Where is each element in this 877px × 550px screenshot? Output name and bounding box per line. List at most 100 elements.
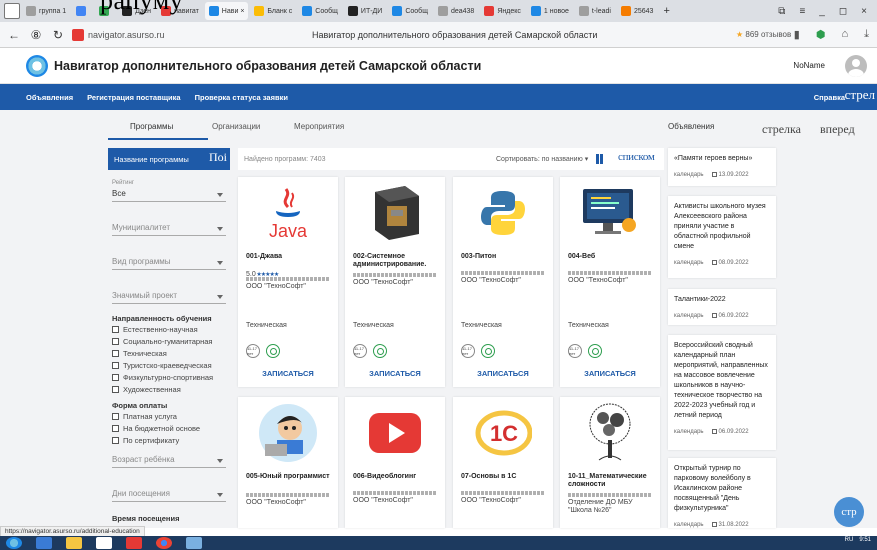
program-card[interactable]: Java 001-Джава 5.0 ★★★★★ ООО "ТехноСофт" Тех… [238,177,338,387]
card-title[interactable]: 005-Юный программист [246,473,334,481]
card-title[interactable]: 001-Джава [246,253,334,261]
browser-tab[interactable]: t-leadi [575,2,615,20]
filter-checkbox-row[interactable]: Социально-гуманитарная [112,335,230,347]
program-name-search-button[interactable]: Название программы Поі [108,148,230,170]
collections-icon[interactable]: ⧉ [778,6,785,17]
enroll-button[interactable]: ЗАПИСАТЬСЯ [453,369,553,378]
extensions-icon[interactable]: ⌂ [841,28,848,41]
filter-checkbox-row[interactable]: Художественная [112,383,230,395]
announcement-title[interactable]: Всероссийский сводный календарный план м… [674,341,770,421]
card-organization[interactable]: ООО "ТехноСофт" [246,499,306,506]
paint-icon[interactable] [186,537,202,549]
significant-project-select[interactable]: Значимый проект [112,288,226,304]
announcement-title[interactable]: Талантики-2022 [674,295,770,305]
announcement-card[interactable]: Открытый турнир по парковому волейболу в… [668,458,776,528]
program-card[interactable]: 003-Питон ООО "ТехноСофт" Техническая 11-17… [453,177,553,387]
bookmark-icon[interactable]: ▮ [794,28,800,41]
ie-icon[interactable] [36,537,52,549]
site-logo[interactable] [26,54,48,77]
tab-events[interactable]: Мероприятия [294,122,344,131]
shield-icon[interactable]: ⬢ [816,28,826,41]
filter-checkbox-row[interactable]: Естественно-научная [112,323,230,335]
list-view-glitch[interactable]: списком [618,151,655,163]
url-field[interactable]: navigator.asurso.ru [88,30,165,40]
filter-checkbox-row[interactable]: Платная услуга [112,410,230,422]
program-card[interactable]: 002-Системное администрирование. ООО "Тех… [345,177,445,387]
nav-provider-registration[interactable]: Регистрация поставщика [87,93,181,102]
grid-view-icon[interactable] [596,154,606,164]
browser-tab[interactable]: Бланк с [250,2,296,20]
chat-fab[interactable]: стр [834,497,864,527]
chrome-icon[interactable] [156,537,172,549]
nav-check-status[interactable]: Проверка статуса заявки [195,93,288,102]
menu-icon[interactable]: ≡ [799,6,805,17]
close-icon[interactable]: × [861,6,867,17]
program-card[interactable]: 10-11_Математические сложности Отделение … [560,397,660,528]
announcement-card[interactable]: Активисты школьного музея Алексеевского … [668,196,776,278]
checkbox[interactable] [112,349,119,357]
checkbox[interactable] [112,325,119,333]
card-title[interactable]: 003-Питон [461,253,549,261]
clock[interactable]: 9:51 [859,537,871,543]
announcement-card[interactable]: Талантики-2022 календарь 06.09.2022 [668,289,776,325]
enroll-button[interactable]: ЗАПИСАТЬСЯ [345,369,445,378]
back-icon[interactable]: ← [6,28,22,42]
browser-tab[interactable]: 1 новое [527,2,573,20]
nav-help[interactable]: Справка [814,93,845,102]
municipality-select[interactable]: Муниципалитет [112,220,226,236]
minimize-icon[interactable]: _ [819,6,825,17]
card-organization[interactable]: ООО "ТехноСофт" [461,497,521,504]
browser-tab[interactable]: ИТ-ДИ [344,2,386,20]
announcement-title[interactable]: «Памяти героев верны» [674,154,770,164]
card-title[interactable]: 004-Веб [568,253,656,261]
nav-announcements[interactable]: Объявления [26,93,73,102]
card-title[interactable]: 07-Основы в 1С [461,473,549,481]
card-organization[interactable]: Отделение ДО МБУ "Школа №26" [568,499,654,515]
program-card[interactable]: 004-Веб ООО "ТехноСофт" Техническая 11-17 л… [560,177,660,387]
browser-tab[interactable]: Яндекс [480,2,525,20]
language-indicator[interactable]: RU [845,537,854,543]
user-name[interactable]: NoName [793,61,825,70]
card-title[interactable]: 002-Системное администрирование. [353,253,441,269]
child-age-select[interactable]: Возраст ребёнка [112,452,226,468]
card-title[interactable]: 10-11_Математические сложности [568,473,656,489]
announcement-card[interactable]: Всероссийский сводный календарный план м… [668,335,776,450]
checkbox[interactable] [112,424,119,432]
browser-tab[interactable]: 25643 [617,2,657,20]
download-icon[interactable]: ⤓ [864,28,869,41]
tab-programs[interactable]: Программы [130,122,173,131]
filter-checkbox-row[interactable]: Физкультурно-спортивная [112,371,230,383]
sort-select[interactable]: Сортировать: по названию [496,155,588,163]
checkbox[interactable] [112,373,119,381]
program-card[interactable]: 1С 07-Основы в 1С ООО "ТехноСофт" [453,397,553,528]
filter-checkbox-row[interactable]: По сертификату [112,434,230,446]
card-organization[interactable]: ООО "ТехноСофт" [353,279,413,286]
reload-icon[interactable]: ↻ [50,28,66,42]
yandex-browser-icon[interactable] [96,537,112,549]
card-organization[interactable]: ООО "ТехноСофт" [568,277,628,284]
card-organization[interactable]: ООО "ТехноСофт" [461,277,521,284]
visit-days-select[interactable]: Дни посещения [112,486,226,502]
browser-tab[interactable]: группа 1 [22,2,70,20]
card-title[interactable]: 006-Видеоблогинг [353,473,441,481]
card-organization[interactable]: ООО "ТехноСофт" [246,283,306,290]
announcement-card[interactable]: «Памяти героев верны» календарь 13.09.2022 [668,148,776,186]
program-card[interactable]: 005-Юный программист ООО "ТехноСофт" [238,397,338,528]
enroll-button[interactable]: ЗАПИСАТЬСЯ [560,369,660,378]
rating-select[interactable]: Все [112,186,226,202]
enroll-button[interactable]: ЗАПИСАТЬСЯ [238,369,338,378]
browser-tab[interactable]: Нави × [204,2,249,20]
filter-checkbox-row[interactable]: Туристско-краеведческая [112,359,230,371]
checkbox[interactable] [112,412,119,420]
filter-checkbox-row[interactable]: На бюджетной основе [112,422,230,434]
yandex-icon[interactable]: ⑧ [28,28,44,42]
tab-organizations[interactable]: Организации [212,122,260,131]
avatar[interactable] [845,54,867,77]
checkbox[interactable] [112,361,119,369]
browser-tab[interactable]: dea438 [434,2,478,20]
browser-tab[interactable]: Сообщ [388,2,432,20]
new-tab-button[interactable]: + [659,2,673,20]
checkbox[interactable] [112,436,119,444]
checkbox[interactable] [112,337,119,345]
browser-tab[interactable] [72,2,93,20]
